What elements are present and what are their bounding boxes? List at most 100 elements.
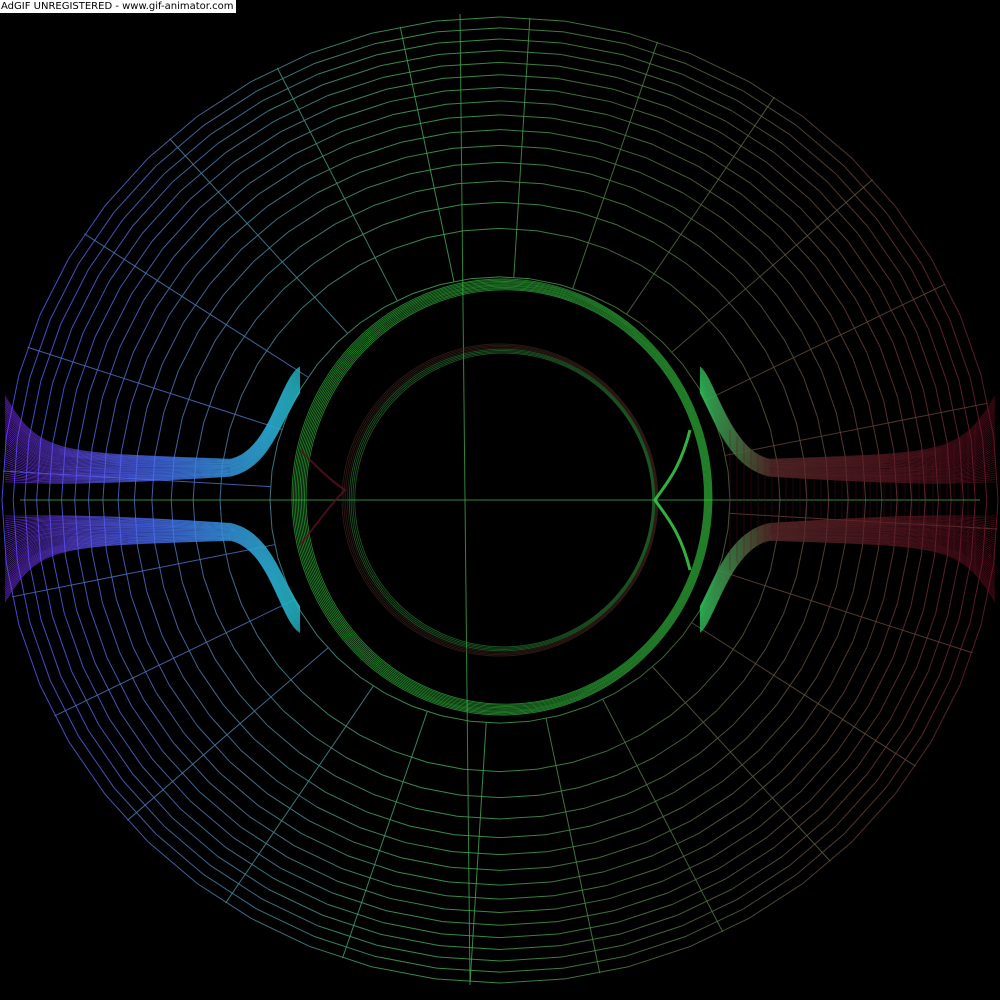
grid-latitude-segment [198,791,242,828]
grid-latitude-segment [499,956,563,962]
watermark-banner: AdGIF UNREGISTERED - www.gif-animator.co… [0,0,236,13]
grid-latitude-segment [587,692,616,707]
grid-latitude-segment [553,885,607,897]
grid-latitude-segment [119,300,145,348]
grid-latitude-segment [71,671,100,725]
grid-latitude-segment [172,817,219,857]
grid-latitude-segment [173,541,183,583]
grid-latitude-segment [750,182,792,219]
grid-latitude-segment [216,613,235,650]
grid-latitude-segment [499,50,561,55]
grid-latitude-segment [88,606,108,659]
grid-latitude-segment [51,616,73,673]
grid-latitude-segment [448,114,501,119]
grid-latitude-segment [280,867,333,894]
grid-latitude-segment [371,966,436,980]
grid-latitude-segment [712,142,760,174]
grid-latitude-segment [686,63,744,92]
wormhole-wireframe-frame: AdGIF UNREGISTERED - www.gif-animator.co… [0,0,1000,1000]
grid-latitude-segment [312,241,347,265]
grid-latitude-segment [374,191,416,206]
grid-latitude-segment [632,791,675,813]
grid-latitude-segment [783,385,797,424]
grid-latitude-segment [98,226,133,276]
grid-meridian [84,233,309,378]
grid-latitude-segment [698,805,742,834]
grid-latitude-segment [405,147,453,158]
grid-latitude-segment [337,657,361,678]
grid-latitude-segment [240,603,258,637]
grid-latitude-segment [198,294,225,332]
grid-latitude-segment [830,641,854,686]
grid-latitude-segment [151,198,191,242]
grid-latitude-segment [137,408,148,454]
grid-latitude-segment [68,205,106,259]
grid-latitude-segment [868,404,880,452]
grid-latitude-segment [389,897,445,910]
grid-latitude-segment [240,142,288,174]
grid-latitude-segment [499,921,558,926]
grid-latitude-segment [563,31,627,45]
grid-latitude-segment [366,173,411,189]
grid-latitude-segment [119,712,153,760]
grid-latitude-segment [386,77,443,90]
grid-latitude-segment [287,767,327,793]
grid-latitude-segment [690,53,750,83]
grid-latitude-segment [271,442,279,471]
grid-latitude-segment [653,241,688,265]
grid-latitude-segment [606,734,641,752]
grid-latitude-segment [800,750,838,793]
grid-latitude-segment [383,922,442,935]
grid-latitude-segment [217,110,269,144]
grid-latitude-segment [427,230,464,239]
grid-latitude-segment [837,364,854,409]
grid-latitude-segment [446,895,501,900]
grid-latitude-segment [594,827,641,844]
grid-latitude-segment [229,570,242,605]
grid-latitude-segment [457,815,501,820]
grid-latitude-segment [765,350,784,387]
grid-latitude-segment [379,53,440,67]
grid-latitude-segment [745,705,777,740]
grid-latitude-segment [499,114,552,119]
grid-latitude-segment [277,307,303,335]
grid-latitude-segment [801,330,823,372]
grid-meridian [12,544,275,598]
grid-latitude-segment [835,543,846,588]
grid-latitude-segment [463,227,501,232]
grid-latitude-segment [758,395,771,430]
grid-latitude-segment [670,284,699,309]
grid-latitude-segment [253,738,289,769]
grid-latitude-segment [816,635,839,678]
grid-latitude-segment [711,231,747,262]
grid-latitude-segment [459,794,501,799]
grid-latitude-segment [143,699,174,744]
grid-latitude-segment [852,546,863,592]
grid-latitude-segment [499,908,556,913]
grid-latitude-segment [625,775,665,796]
grid-latitude-segment [287,118,338,144]
grid-latitude-segment [885,212,922,265]
grid-latitude-segment [765,613,784,650]
grid-latitude-segment [911,269,940,324]
grid-latitude-segment [579,774,618,788]
grid-latitude-segment [499,61,559,67]
grid-latitude-segment [645,820,692,843]
grid-latitude-segment [232,836,282,869]
grid-latitude-segment [196,237,231,275]
grid-latitude-segment [748,882,804,919]
grid-latitude-segment [137,546,148,592]
grid-latitude-segment [718,836,768,869]
grid-latitude-segment [662,118,713,144]
grid-latitude-segment [536,230,573,239]
grid-latitude-segment [274,95,328,122]
grid-latitude-segment [677,888,732,916]
grid-latitude-segment [450,129,501,134]
grid-latitude-segment [393,885,447,897]
grid-latitude-segment [218,771,259,806]
grid-latitude-segment [836,248,869,295]
grid-latitude-segment [105,550,117,600]
grid-latitude-segment [598,841,647,859]
grid-latitude-segment [857,718,892,767]
grid-latitude-segment [379,933,440,947]
